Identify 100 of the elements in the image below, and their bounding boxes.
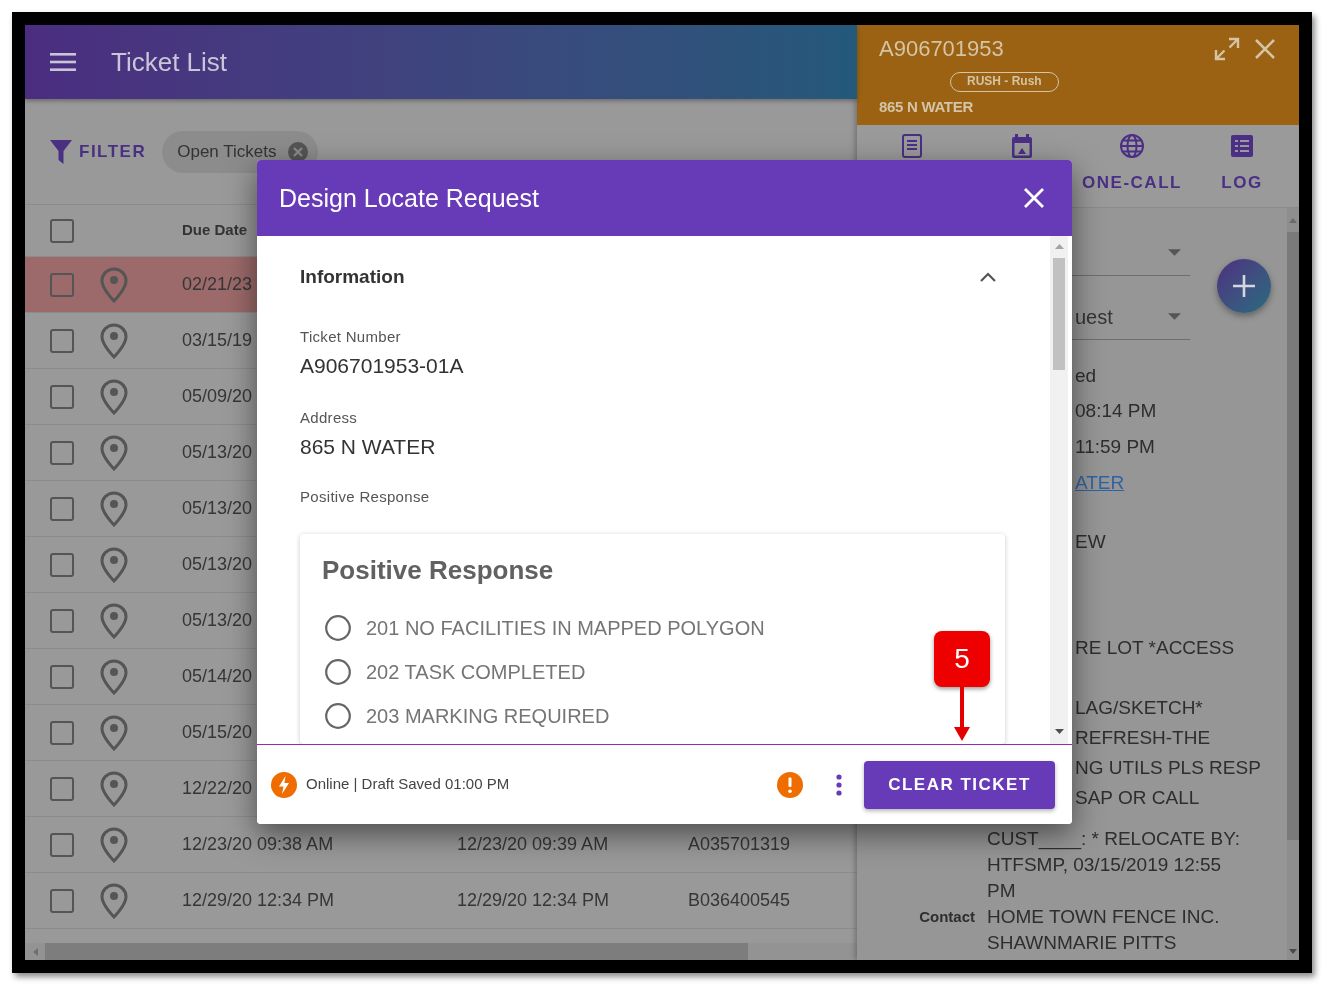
clear-ticket-button[interactable]: CLEAR TICKET — [864, 760, 1055, 809]
row-checkbox[interactable] — [50, 776, 74, 801]
table-cell-text: 05/15/20 — [182, 721, 253, 744]
table-cell-text: A035701319 — [688, 833, 791, 856]
dropdown-caret-icon[interactable] — [1168, 249, 1181, 256]
table-cell-text: 05/13/20 — [182, 609, 253, 632]
radio-button[interactable] — [325, 703, 351, 729]
map-pin-icon[interactable] — [100, 714, 128, 751]
map-pin-icon[interactable] — [100, 882, 128, 919]
radio-option[interactable]: 202 TASK COMPLETED — [325, 650, 586, 694]
table-cell-text: 05/14/20 — [182, 665, 253, 688]
map-pin-icon[interactable] — [100, 322, 128, 359]
column-header[interactable]: Due Date — [182, 219, 248, 242]
table-row[interactable]: 12/29/20 12:34 PM 12/29/20 12:34 PM B036400545 — [25, 873, 857, 929]
more-icon[interactable] — [836, 773, 842, 796]
table-cell-text: 05/09/20 — [182, 385, 253, 408]
map-pin-icon[interactable] — [100, 546, 128, 583]
alert-icon[interactable] — [777, 771, 803, 798]
select-all-checkbox[interactable] — [50, 218, 74, 243]
filter-icon — [50, 139, 72, 164]
row-checkbox[interactable] — [50, 720, 74, 745]
close-icon[interactable] — [1255, 39, 1275, 59]
field-label: Ticket Number — [300, 328, 401, 346]
card-title: Positive Response — [322, 554, 554, 586]
section-toggle[interactable]: Information — [300, 265, 1005, 289]
field-value: HOME TOWN FENCE INC. — [987, 905, 1220, 929]
scroll-up-icon[interactable] — [1054, 244, 1064, 249]
dialog-title: Design Locate Request — [279, 183, 539, 213]
row-checkbox[interactable] — [50, 272, 74, 297]
radio-button[interactable] — [325, 615, 351, 641]
radio-option[interactable]: 203 MARKING REQUIRED — [325, 694, 610, 738]
filter-button[interactable]: FILTER — [50, 133, 147, 170]
add-button[interactable] — [1217, 259, 1271, 313]
field-value: REFRESH-THE — [1075, 726, 1211, 750]
tab[interactable]: LOG — [1221, 134, 1263, 193]
table-cell-text: 12/23/20 09:39 AM — [457, 833, 609, 856]
scrollbar-thumb[interactable] — [1053, 258, 1065, 370]
expand-icon[interactable] — [1214, 37, 1240, 61]
row-checkbox[interactable] — [50, 440, 74, 465]
scrollbar-thumb[interactable] — [45, 943, 748, 960]
table-cell-text: 03/15/19 — [182, 329, 253, 352]
map-pin-icon[interactable] — [100, 826, 128, 863]
row-checkbox[interactable] — [50, 608, 74, 633]
map-pin-icon[interactable] — [100, 378, 128, 415]
scrollbar[interactable] — [1287, 208, 1299, 960]
map-pin-icon[interactable] — [100, 770, 128, 807]
field-label: Contact — [919, 907, 975, 927]
field-label: Address — [300, 409, 358, 427]
map-pin-icon[interactable] — [100, 658, 128, 695]
row-checkbox[interactable] — [50, 832, 74, 857]
radio-button[interactable] — [325, 659, 351, 685]
scroll-left-icon[interactable] — [33, 947, 38, 956]
row-checkbox[interactable] — [50, 496, 74, 521]
field-value: ed — [1075, 364, 1097, 388]
field-label: Positive Response — [300, 488, 430, 506]
horizontal-scrollbar[interactable] — [25, 943, 857, 960]
row-checkbox[interactable] — [50, 552, 74, 577]
map-pin-icon[interactable] — [100, 266, 128, 303]
field-value: LAG/SKETCH* — [1075, 696, 1203, 720]
cancel-icon[interactable] — [288, 141, 309, 162]
field-value: 08:14 PM — [1075, 399, 1157, 423]
dropdown-caret-icon[interactable] — [1168, 313, 1181, 320]
radio-option[interactable]: 201 NO FACILITIES IN MAPPED POLYGON — [325, 606, 765, 650]
map-pin-icon[interactable] — [100, 434, 128, 471]
row-checkbox[interactable] — [50, 328, 74, 353]
remark-line: HTFSMP, 03/15/2019 12:55 — [987, 853, 1222, 877]
step-callout: 5 — [934, 631, 990, 687]
calendar-icon[interactable] — [1010, 134, 1034, 158]
list-icon — [1230, 134, 1254, 158]
row-checkbox[interactable] — [50, 384, 74, 409]
scroll-down-icon[interactable] — [1054, 729, 1064, 734]
field-value: 11:59 PM — [1075, 435, 1155, 459]
field-value: A906701953-01A — [300, 353, 464, 379]
globe-icon — [1120, 134, 1144, 158]
table-cell-text: 05/13/20 — [182, 441, 253, 464]
table-cell-text: 12/23/20 09:38 AM — [182, 833, 334, 856]
ticket-address: 865 N WATER — [879, 98, 973, 116]
map-pin-icon[interactable] — [100, 602, 128, 639]
app-title: Ticket List — [111, 46, 228, 78]
scroll-up-icon[interactable] — [1289, 218, 1297, 223]
row-checkbox[interactable] — [50, 664, 74, 689]
ticket-number: A906701953 — [879, 35, 1004, 63]
menu-icon[interactable] — [50, 53, 76, 71]
plus-icon — [1233, 275, 1255, 297]
document-icon[interactable] — [900, 134, 924, 158]
field-value: 865 N WATER — [300, 434, 436, 460]
scrollbar[interactable] — [1050, 236, 1068, 744]
chevron-icon[interactable] — [980, 272, 996, 282]
map-pin-icon[interactable] — [100, 490, 128, 527]
tab[interactable]: ONE-CALL — [1082, 134, 1182, 193]
table-cell-text: 05/13/20 — [182, 553, 253, 576]
table-cell-text: 12/22/20 — [182, 777, 253, 800]
status-text: Online | Draft Saved 01:00 PM — [306, 774, 510, 795]
field-value: RE LOT *ACCESS — [1075, 636, 1235, 660]
scrollbar-thumb[interactable] — [1287, 232, 1299, 840]
field-value: NG UTILS PLS RESP — [1075, 756, 1261, 780]
remark-line: PM — [987, 879, 1016, 903]
row-checkbox[interactable] — [50, 888, 74, 913]
field-value: EW — [1075, 530, 1106, 554]
lightning-icon — [271, 771, 297, 798]
